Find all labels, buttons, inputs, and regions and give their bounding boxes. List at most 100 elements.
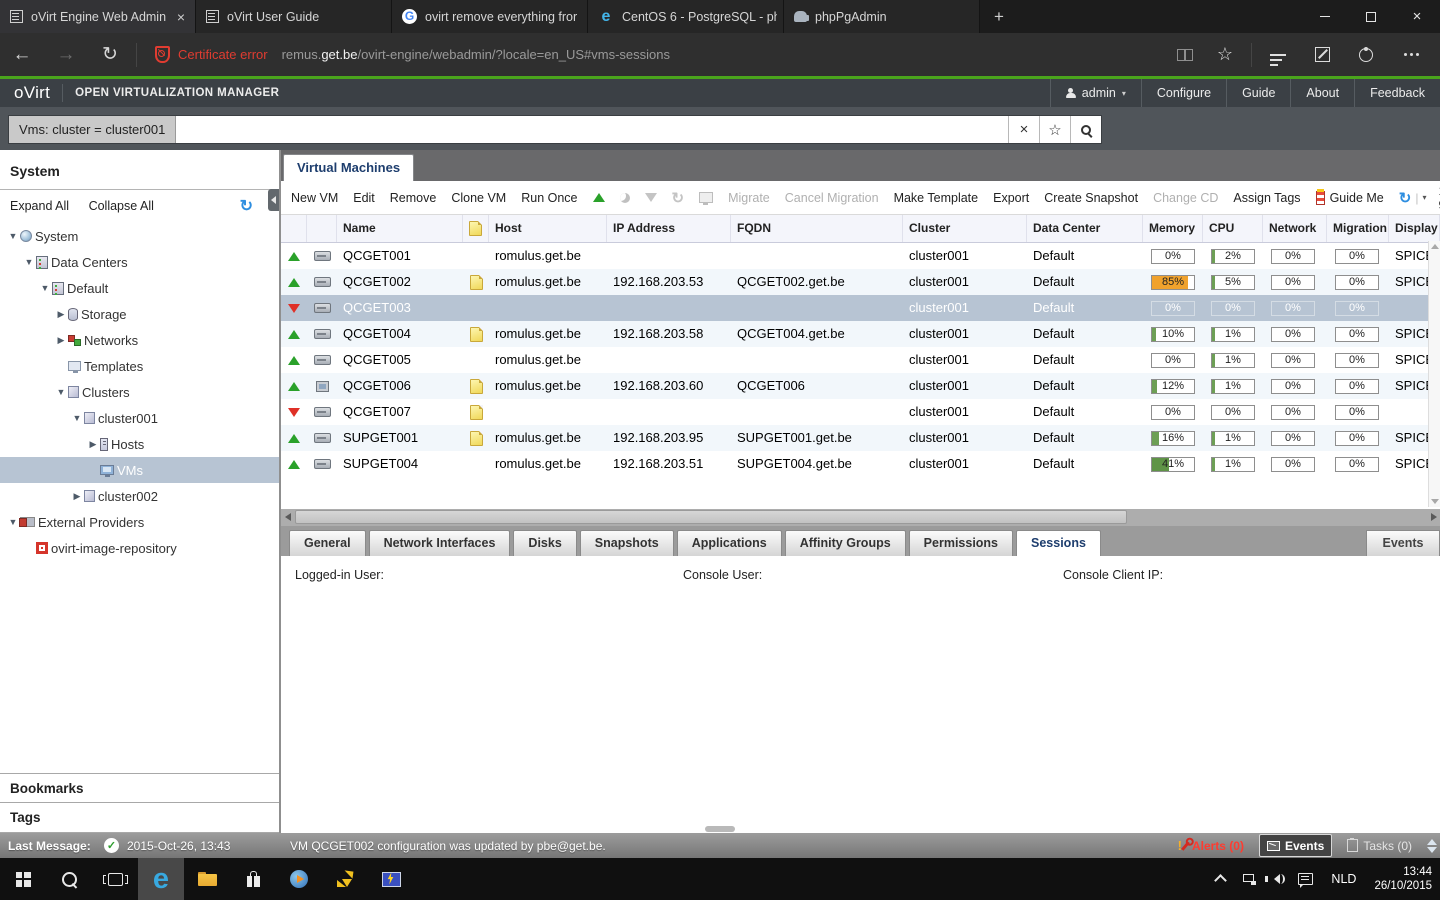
web-note-button[interactable] <box>1300 33 1344 76</box>
header-menu-feedback[interactable]: Feedback <box>1354 79 1440 107</box>
tree-item-data-centers[interactable]: ▼ Data Centers <box>0 249 279 275</box>
user-menu[interactable]: admin ▾ <box>1049 79 1141 107</box>
taskbar-explorer-button[interactable] <box>184 858 230 900</box>
more-button[interactable] <box>1388 33 1432 76</box>
tree-item-networks[interactable]: ▶ Networks <box>0 327 279 353</box>
taskbar-clock[interactable]: 13:44 26/10/2015 <box>1374 865 1432 893</box>
task-view-button[interactable] <box>92 858 138 900</box>
tab-sessions[interactable]: Sessions <box>1016 530 1101 556</box>
browser-tab[interactable]: oVirt Engine Web Admin × <box>0 0 196 33</box>
search-input[interactable] <box>176 116 1008 143</box>
tree-expander-icon[interactable]: ▶ <box>54 335 68 346</box>
toolbar-remove-button[interactable]: Remove <box>390 191 437 205</box>
tree-expander-icon[interactable]: ▼ <box>22 257 36 267</box>
minimize-button[interactable] <box>1302 0 1348 33</box>
tree-item-storage[interactable]: ▶ Storage <box>0 301 279 327</box>
table-row[interactable]: SUPGET001 romulus.get.be 192.168.203.95 … <box>281 425 1440 451</box>
browser-tab[interactable]: phpPgAdmin <box>784 0 980 33</box>
toolbar-assign-tags-button[interactable]: Assign Tags <box>1233 191 1300 205</box>
tree-expander-icon[interactable]: ▼ <box>6 231 20 241</box>
column-display[interactable]: Display <box>1389 215 1440 242</box>
restore-button[interactable] <box>1348 0 1394 33</box>
new-tab-button[interactable]: + <box>980 0 1018 33</box>
table-row[interactable]: QCGET003 cluster001 Default 0% 0% 0% 0% <box>281 295 1440 321</box>
tree-item-external-providers[interactable]: ▼ External Providers <box>0 509 279 535</box>
tab-applications[interactable]: Applications <box>676 530 782 556</box>
tab-close-icon[interactable]: × <box>173 9 189 25</box>
vertical-scrollbar[interactable] <box>1428 241 1440 507</box>
scroll-up-icon[interactable] <box>1431 244 1439 249</box>
refresh-options-chevron-icon[interactable]: ▾ <box>1422 193 1426 202</box>
url-field[interactable]: remus.get.be/ovirt-engine/webadmin/?loca… <box>282 47 670 62</box>
grid-refresh-icon[interactable]: ↻ <box>1399 189 1412 207</box>
tree-item-vms[interactable]: VMs <box>0 457 279 483</box>
tree-expander-icon[interactable]: ▼ <box>6 517 20 527</box>
tree-expander-icon[interactable]: ▼ <box>54 387 68 397</box>
tab-network-interfaces[interactable]: Network Interfaces <box>368 530 511 556</box>
scroll-down-icon[interactable] <box>1431 499 1439 504</box>
scroll-right-icon[interactable] <box>1431 513 1437 521</box>
column-migration[interactable]: Migration <box>1327 215 1389 242</box>
taskbar-putty-button[interactable] <box>368 858 414 900</box>
column-note[interactable] <box>463 215 489 242</box>
toolbar-create-snapshot-button[interactable]: Create Snapshot <box>1044 191 1138 205</box>
tasks-button[interactable]: Tasks (0) <box>1340 835 1419 856</box>
column-network[interactable]: Network <box>1263 215 1327 242</box>
toolbar-run-once-button[interactable]: Run Once <box>521 191 577 205</box>
start-button[interactable] <box>0 858 46 900</box>
toolbar-run-button[interactable] <box>592 193 605 202</box>
search-clear-button[interactable]: × <box>1008 116 1039 143</box>
tree-item-system[interactable]: ▼ System <box>0 223 279 249</box>
share-button[interactable] <box>1344 33 1388 76</box>
table-row[interactable]: QCGET005 romulus.get.be cluster001 Defau… <box>281 347 1440 373</box>
alerts-button[interactable]: ! Alerts (0) <box>1171 835 1251 856</box>
taskbar-edge-button[interactable]: e <box>138 858 184 900</box>
tree-item-templates[interactable]: Templates <box>0 353 279 379</box>
hub-button[interactable] <box>1256 33 1300 76</box>
search-submit-button[interactable] <box>1070 116 1101 143</box>
forward-button[interactable]: → <box>44 44 88 66</box>
sidebar-section-bookmarks[interactable]: Bookmarks <box>0 773 279 803</box>
tree-item-clusters[interactable]: ▼ Clusters <box>0 379 279 405</box>
table-row[interactable]: QCGET002 romulus.get.be 192.168.203.53 Q… <box>281 269 1440 295</box>
column-cluster[interactable]: Cluster <box>903 215 1027 242</box>
tab-disks[interactable]: Disks <box>513 530 577 556</box>
taskbar-search-button[interactable] <box>46 858 92 900</box>
taskbar-media-player-button[interactable] <box>276 858 322 900</box>
refresh-button[interactable]: ↻ <box>88 43 132 66</box>
tree-refresh-icon[interactable]: ↻ <box>240 196 253 216</box>
expand-all-link[interactable]: Expand All <box>10 199 69 213</box>
footer-expand-collapse[interactable] <box>1427 838 1437 853</box>
certificate-error-label[interactable]: Certificate error <box>178 47 268 62</box>
tab-snapshots[interactable]: Snapshots <box>579 530 674 556</box>
toolbar-guide-me-button[interactable]: Guide Me <box>1315 188 1384 205</box>
column-data-center[interactable]: Data Center <box>1027 215 1143 242</box>
reading-view-button[interactable] <box>1159 33 1203 76</box>
header-menu-guide[interactable]: Guide <box>1226 79 1290 107</box>
scroll-left-icon[interactable] <box>285 513 291 521</box>
tray-network-button[interactable] <box>1243 873 1257 885</box>
language-indicator[interactable]: NLD <box>1331 872 1356 886</box>
tray-volume-button[interactable] <box>1265 874 1286 884</box>
toolbar-new-vm-button[interactable]: New VM <box>291 191 338 205</box>
header-menu-configure[interactable]: Configure <box>1140 79 1226 107</box>
browser-tab[interactable]: G ovirt remove everything fror <box>392 0 588 33</box>
tab-permissions[interactable]: Permissions <box>908 530 1014 556</box>
horizontal-scrollbar-thumb[interactable] <box>295 510 1127 524</box>
favorites-button[interactable]: ☆ <box>1203 33 1247 76</box>
taskbar-store-button[interactable] <box>230 858 276 900</box>
tree-item-cluster001[interactable]: ▼ cluster001 <box>0 405 279 431</box>
table-row[interactable]: QCGET006 romulus.get.be 192.168.203.60 Q… <box>281 373 1440 399</box>
tab-general[interactable]: General <box>289 530 366 556</box>
browser-tab[interactable]: e CentOS 6 - PostgreSQL - ph <box>588 0 784 33</box>
sidebar-section-tags[interactable]: Tags <box>0 802 279 833</box>
collapse-all-link[interactable]: Collapse All <box>89 199 154 213</box>
table-row[interactable]: SUPGET004 romulus.get.be 192.168.203.51 … <box>281 451 1440 477</box>
toolbar-make-template-button[interactable]: Make Template <box>894 191 979 205</box>
browser-tab[interactable]: oVirt User Guide <box>196 0 392 33</box>
tab-virtual-machines[interactable]: Virtual Machines <box>283 154 415 181</box>
table-row[interactable]: QCGET001 romulus.get.be cluster001 Defau… <box>281 243 1440 269</box>
tray-chevron-button[interactable] <box>1214 873 1228 887</box>
table-row[interactable]: QCGET004 romulus.get.be 192.168.203.58 Q… <box>281 321 1440 347</box>
column-host[interactable]: Host <box>489 215 607 242</box>
